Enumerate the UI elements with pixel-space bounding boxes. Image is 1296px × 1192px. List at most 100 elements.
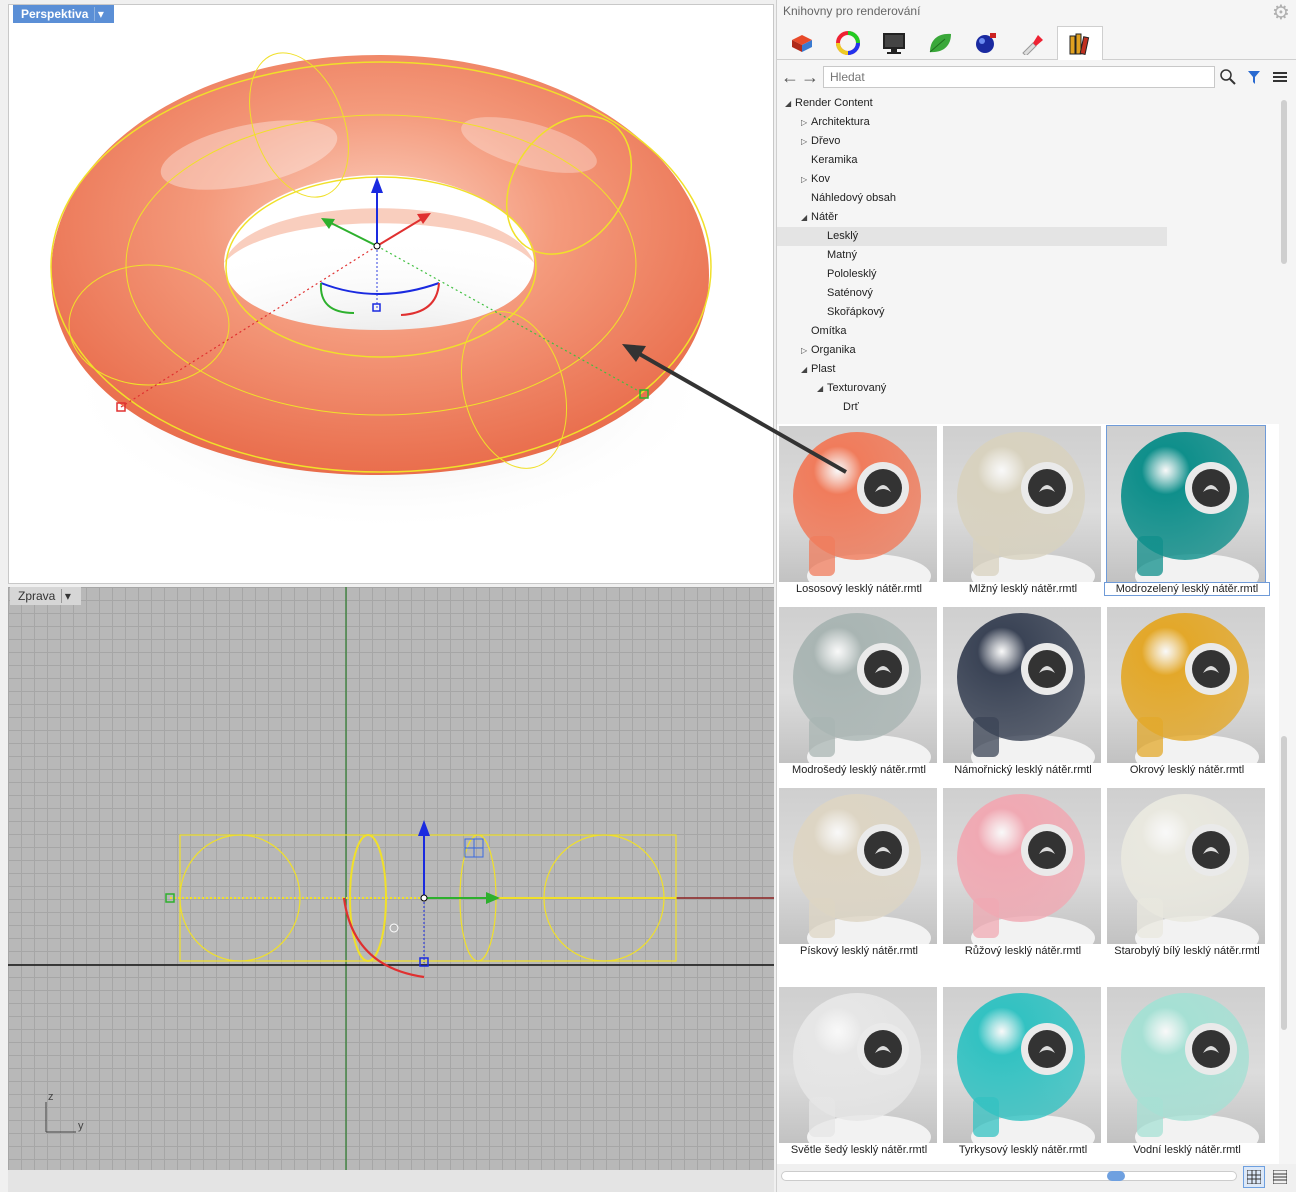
gear-icon[interactable]: ⚙	[1270, 2, 1292, 24]
material-thumbnail[interactable]: Námořnický lesklý nátěr.rmtl	[941, 605, 1101, 781]
material-thumbnail[interactable]: Okrový lesklý nátěr.rmtl	[1105, 605, 1265, 781]
material-label: Modrošedý lesklý nátěr.rmtl	[792, 764, 926, 776]
grid-view-icon[interactable]	[1243, 1166, 1265, 1188]
tree-item-label: Náhledový obsah	[811, 192, 897, 204]
torus-render[interactable]	[9, 5, 774, 584]
collapsed-triangle-icon[interactable]: ▷	[801, 170, 811, 189]
material-thumbnail[interactable]: Světle šedý lesklý nátěr.rmtl	[777, 985, 937, 1161]
chevron-down-icon[interactable]: ▾	[61, 589, 73, 603]
books-icon	[1069, 33, 1090, 55]
tree-item[interactable]: ◢ Texturovaný	[777, 379, 886, 398]
tree-item[interactable]: Omítka	[777, 322, 846, 341]
tree-item-label: Organika	[811, 344, 856, 356]
tab-display[interactable]	[871, 26, 917, 60]
collapsed-triangle-icon[interactable]: ▷	[801, 113, 811, 132]
viewport-tab-label: Perspektiva	[21, 7, 89, 21]
tree-item[interactable]: ▷ Dřevo	[777, 132, 840, 151]
material-preview	[943, 987, 1101, 1143]
tree-item-label: Texturovaný	[827, 382, 887, 394]
expanded-triangle-icon[interactable]: ◢	[801, 208, 811, 227]
expanded-triangle-icon[interactable]: ◢	[801, 360, 811, 379]
tree-item[interactable]: ◢ Render Content	[777, 94, 873, 113]
search-icon[interactable]	[1217, 66, 1239, 88]
tree-item[interactable]: Lesklý	[777, 227, 1167, 246]
category-tree[interactable]: ◢ Render Content ▷ Architektura ▷ Dřevo Kerami…	[777, 92, 1296, 420]
tab-materials[interactable]	[779, 26, 825, 60]
tree-scrollbar[interactable]	[1281, 100, 1287, 264]
tree-item-label: Plast	[811, 363, 836, 375]
tree-item[interactable]: ▷ Organika	[777, 341, 856, 360]
material-preview	[779, 607, 937, 763]
material-thumbnail[interactable]: Růžový lesklý nátěr.rmtl	[941, 786, 1101, 962]
tree-item[interactable]: Matný	[777, 246, 857, 265]
globe-icon	[976, 33, 996, 53]
right-view-geometry[interactable]	[8, 587, 774, 1170]
material-label: Lososový lesklý nátěr.rmtl	[796, 583, 922, 595]
menu-icon[interactable]	[1269, 66, 1291, 88]
material-preview	[1107, 987, 1265, 1143]
material-thumbnail[interactable]: Tyrkysový lesklý nátěr.rmtl	[941, 985, 1101, 1161]
tree-item-label: Drť	[843, 401, 859, 413]
tree-item-label: Pololesklý	[827, 268, 877, 280]
tree-item-label: Kov	[811, 173, 830, 185]
panel-tabs	[777, 26, 1296, 60]
collapsed-triangle-icon[interactable]: ▷	[801, 341, 811, 360]
material-label: Mlžný lesklý nátěr.rmtl	[968, 583, 1078, 595]
monitor-icon	[883, 33, 905, 54]
forward-arrow-icon[interactable]: →	[799, 66, 821, 88]
tree-item[interactable]: Náhledový obsah	[777, 189, 896, 208]
filter-icon[interactable]	[1243, 66, 1265, 88]
tab-environments[interactable]	[825, 26, 871, 60]
material-thumbnail[interactable]: Lososový lesklý nátěr.rmtl	[777, 424, 937, 600]
material-preview	[779, 426, 937, 582]
tree-item[interactable]: ▷ Architektura	[777, 113, 870, 132]
material-label: Modrozelený lesklý nátěr.rmtl	[1104, 582, 1270, 596]
material-thumbnail[interactable]: Modrošedý lesklý nátěr.rmtl	[777, 605, 937, 781]
tab-libraries[interactable]	[1057, 26, 1103, 60]
material-thumbnail[interactable]: Mlžný lesklý nátěr.rmtl	[941, 424, 1101, 600]
tree-item[interactable]: Keramika	[777, 151, 857, 170]
tab-textures[interactable]	[917, 26, 963, 60]
material-label: Námořnický lesklý nátěr.rmtl	[954, 764, 1092, 776]
tree-item-label: Dřevo	[811, 135, 841, 147]
expanded-triangle-icon[interactable]: ◢	[817, 379, 827, 398]
tree-item-label: Skořápkový	[827, 306, 885, 318]
material-thumbnail[interactable]: Vodní lesklý nátěr.rmtl	[1105, 985, 1265, 1161]
material-label: Pískový lesklý nátěr.rmtl	[800, 945, 918, 957]
tree-item[interactable]: ◢ Nátěr	[777, 208, 838, 227]
material-preview	[1107, 788, 1265, 944]
list-view-icon[interactable]	[1269, 1166, 1291, 1188]
size-slider-track[interactable]	[781, 1171, 1237, 1181]
material-label: Světle šedý lesklý nátěr.rmtl	[790, 1144, 928, 1156]
expanded-triangle-icon[interactable]: ◢	[785, 94, 795, 113]
tree-item[interactable]: ▷ Kov	[777, 170, 830, 189]
tree-item-label: Matný	[827, 249, 857, 261]
tree-item[interactable]: Saténový	[777, 284, 873, 303]
axis-label-z: z	[48, 1091, 54, 1103]
material-label: Tyrkysový lesklý nátěr.rmtl	[958, 1144, 1088, 1156]
material-thumbnail[interactable]: Modrozelený lesklý nátěr.rmtl	[1104, 424, 1270, 600]
viewport-perspective[interactable]: Perspektiva ▾	[8, 4, 774, 584]
tree-item[interactable]: Drť	[777, 398, 859, 417]
material-label: Růžový lesklý nátěr.rmtl	[964, 945, 1082, 957]
tree-item-label: Lesklý	[827, 230, 859, 242]
tab-scenes[interactable]	[963, 26, 1009, 60]
back-arrow-icon[interactable]: ←	[779, 66, 801, 88]
size-slider-thumb[interactable]	[1107, 1171, 1125, 1181]
material-thumbnail[interactable]: Pískový lesklý nátěr.rmtl	[777, 786, 937, 962]
collapsed-triangle-icon[interactable]: ▷	[801, 132, 811, 151]
material-thumbnail[interactable]: Starobylý bílý lesklý nátěr.rmtl	[1105, 786, 1265, 962]
chevron-down-icon[interactable]: ▾	[94, 7, 106, 21]
viewport-tab-perspective[interactable]: Perspektiva ▾	[13, 5, 115, 23]
tree-item[interactable]: Skořápkový	[777, 303, 884, 322]
grid-scrollbar[interactable]	[1281, 736, 1287, 1030]
viewport-tab-right[interactable]: Zprava ▾	[10, 587, 82, 605]
tree-item[interactable]: ◢ Plast	[777, 360, 835, 379]
tree-item-label: Render Content	[795, 97, 873, 109]
tree-item[interactable]: Pololesklý	[777, 265, 877, 284]
viewport-right[interactable]: z y Zprava ▾	[8, 587, 774, 1170]
tree-item-label: Nátěr	[811, 211, 838, 223]
search-input[interactable]	[823, 66, 1215, 88]
tab-tools[interactable]	[1009, 26, 1055, 60]
color-wheel-icon	[836, 31, 860, 55]
